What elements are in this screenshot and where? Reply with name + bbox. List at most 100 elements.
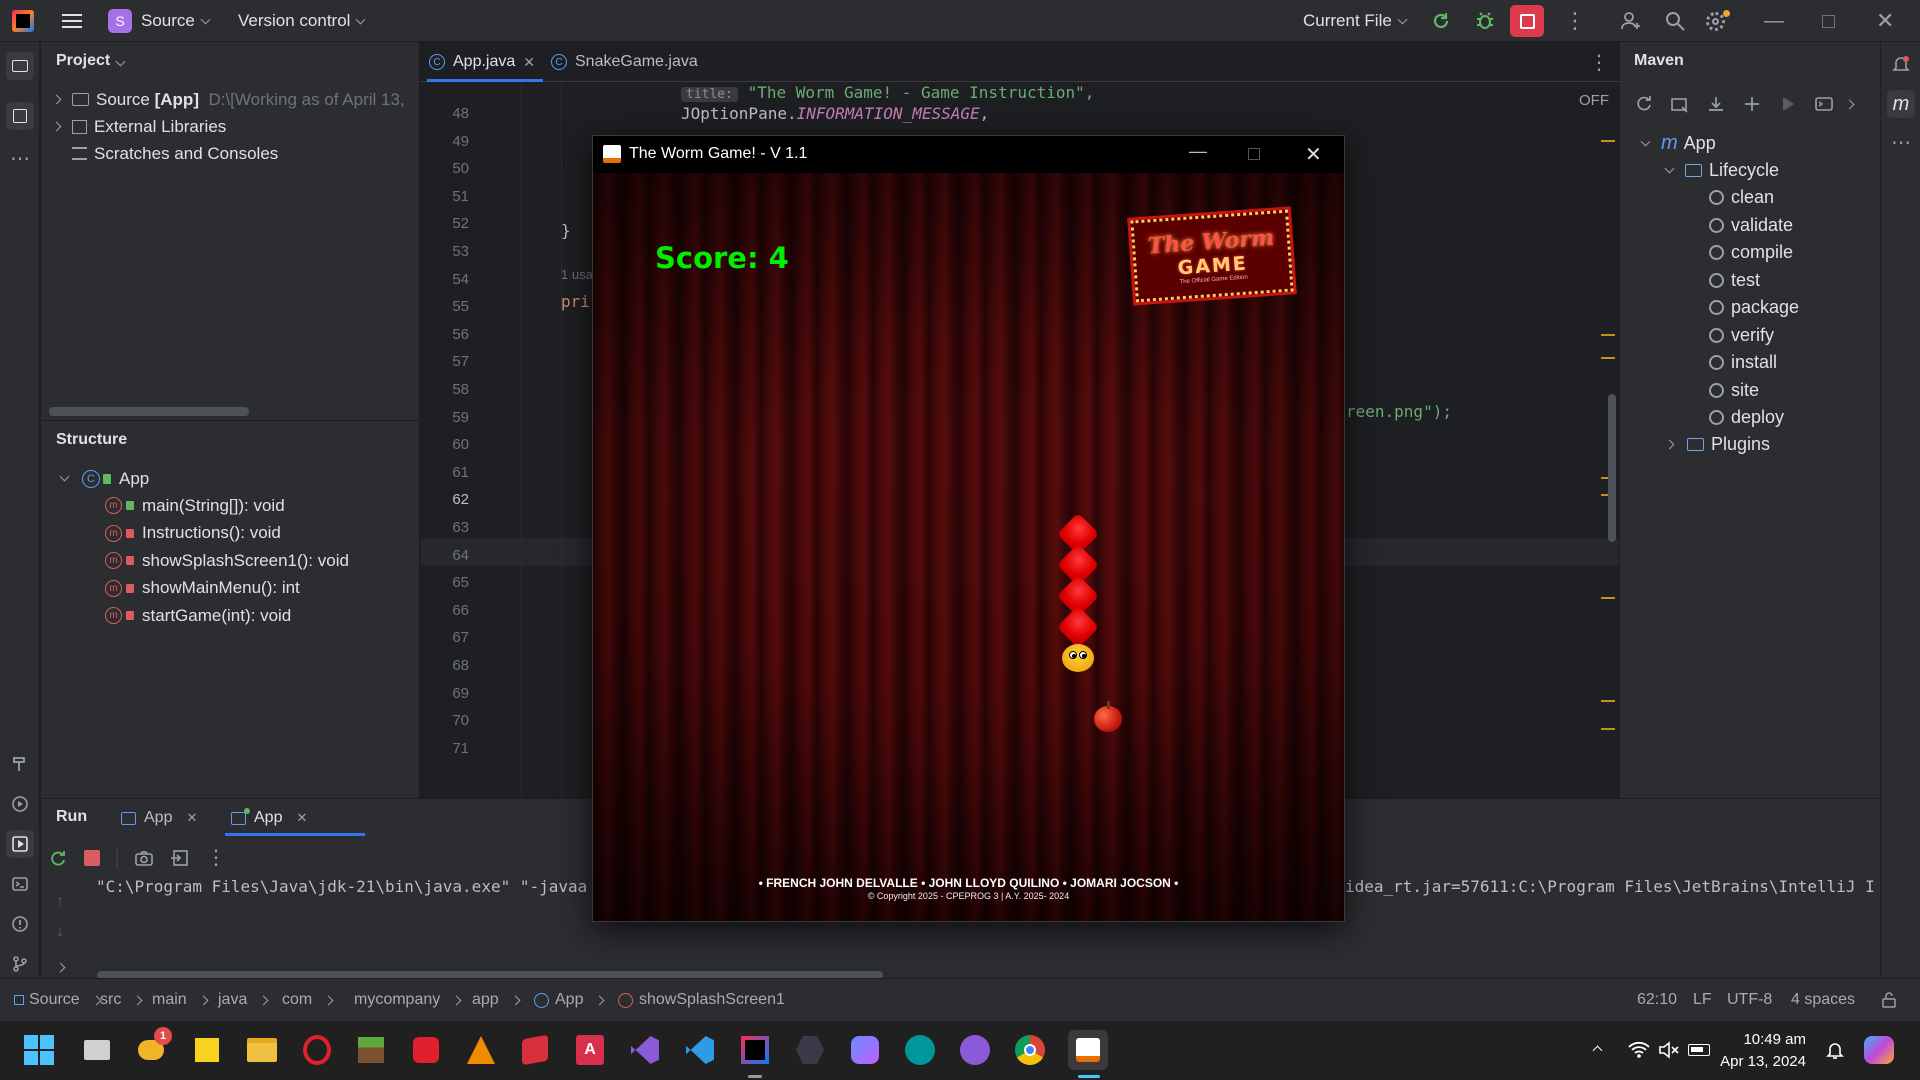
generate-sources-icon[interactable] (1670, 94, 1690, 114)
restore-window-icon[interactable] (1822, 0, 1835, 42)
warning-mark[interactable] (1601, 728, 1615, 730)
breadcrumb-item[interactable]: com (282, 979, 334, 1021)
lifecycle-goal-package[interactable]: package (1709, 294, 1799, 321)
chevron-right-icon[interactable] (1844, 99, 1855, 109)
console-output-left[interactable]: "C:\Program Files\Java\jdk-21\bin\java.e… (96, 877, 587, 896)
version-control-menu[interactable]: Version control (238, 0, 366, 42)
breadcrumb-item[interactable]: App (534, 979, 605, 1021)
maven-root-node[interactable]: m App (1640, 130, 1716, 157)
breadcrumb-item[interactable]: main (152, 979, 209, 1021)
console-output-right[interactable]: idea_rt.jar=57611:C:\Program Files\JetBr… (1345, 877, 1875, 896)
run-config-selector[interactable]: Current File (1303, 0, 1408, 42)
visual-studio-icon[interactable] (628, 1033, 662, 1067)
run-tab-app-1[interactable]: App ✕ (121, 804, 197, 832)
execute-goal-icon[interactable] (1814, 94, 1834, 114)
structure-member[interactable]: m showMainMenu(): int (105, 575, 300, 602)
lock-icon[interactable] (1880, 979, 1898, 1021)
code-with-me-icon[interactable] (1620, 0, 1642, 42)
horizontal-scrollbar[interactable] (49, 407, 249, 416)
git-branch-icon[interactable] (8, 952, 32, 976)
minecraft-icon[interactable] (354, 1033, 388, 1067)
stop-icon[interactable] (84, 849, 100, 866)
lifecycle-goal-deploy[interactable]: deploy (1709, 404, 1784, 431)
intellij-taskbar-icon[interactable] (738, 1033, 772, 1067)
java-app-icon[interactable] (1068, 1030, 1108, 1070)
line-number[interactable]: 51 (421, 188, 469, 205)
line-number[interactable]: 50 (421, 160, 469, 177)
line-number[interactable]: 63 (421, 519, 469, 536)
close-tab-icon[interactable]: ✕ (523, 54, 535, 71)
line-number[interactable]: 59 (421, 409, 469, 426)
terminal-icon[interactable] (8, 872, 32, 896)
close-window-icon[interactable]: ✕ (1876, 0, 1894, 42)
search-icon[interactable] (1664, 0, 1686, 42)
project-switcher[interactable]: S Source (108, 0, 211, 42)
breadcrumb-item[interactable]: Source (14, 979, 102, 1021)
breadcrumb-item[interactable]: app (472, 979, 521, 1021)
more-tools-icon[interactable]: ⋯ (1889, 130, 1913, 154)
structure-member[interactable]: m Instructions(): void (105, 520, 281, 547)
wifi-icon[interactable] (1622, 1033, 1656, 1067)
line-number[interactable]: 58 (421, 381, 469, 398)
code-line-51[interactable]: } (561, 221, 571, 240)
file-explorer-icon[interactable] (245, 1033, 279, 1067)
problems-icon[interactable] (8, 912, 32, 936)
tab-options-icon[interactable]: ⋮ (1589, 42, 1609, 82)
lifecycle-goal-install[interactable]: install (1709, 349, 1777, 376)
scroll-up-icon[interactable]: ↑ (56, 893, 64, 911)
media-player-icon[interactable] (848, 1033, 882, 1067)
arduino-icon[interactable] (903, 1033, 937, 1067)
class-node[interactable]: C App (59, 465, 149, 492)
code-line-58[interactable]: reen.png"); (1346, 402, 1452, 421)
warning-mark[interactable] (1601, 140, 1615, 142)
weather-widget-icon[interactable]: 1 (134, 1027, 172, 1067)
project-root-node[interactable]: Source [App] D:\[Working as of April 13, (49, 86, 405, 113)
line-number[interactable]: 60 (421, 436, 469, 453)
code-line-48[interactable]: JOptionPane.INFORMATION_MESSAGE, (681, 100, 989, 128)
file-encoding[interactable]: UTF-8 (1727, 979, 1772, 1021)
vscode-icon[interactable] (683, 1033, 717, 1067)
line-number[interactable]: 57 (421, 353, 469, 370)
lifecycle-goal-validate[interactable]: validate (1709, 212, 1793, 239)
intellij-logo-icon[interactable] (12, 0, 34, 42)
tab-snakegame-java[interactable]: C SnakeGame.java (551, 42, 698, 82)
vlc-icon[interactable] (464, 1033, 498, 1067)
line-number[interactable]: 56 (421, 326, 469, 343)
line-separator[interactable]: LF (1693, 979, 1712, 1021)
breadcrumb-item[interactable]: src (100, 979, 143, 1021)
line-number[interactable]: 69 (421, 685, 469, 702)
lifecycle-goal-compile[interactable]: compile (1709, 239, 1793, 266)
stop-button[interactable] (1510, 0, 1544, 42)
close-tab-icon[interactable]: ✕ (296, 810, 307, 826)
windows-start-icon[interactable] (22, 1033, 56, 1067)
task-view-icon[interactable] (80, 1033, 114, 1067)
line-number[interactable]: 61 (421, 464, 469, 481)
project-tool-icon[interactable] (6, 52, 34, 80)
debug-icon[interactable] (1474, 0, 1496, 42)
run-tool-icon[interactable] (6, 830, 34, 858)
external-libraries-node[interactable]: External Libraries (49, 113, 226, 140)
nox-player-icon[interactable] (793, 1033, 827, 1067)
clock-date[interactable]: Apr 13, 2024 (1716, 1053, 1806, 1070)
battery-icon[interactable] (1682, 1033, 1716, 1067)
off-toggle[interactable]: OFF (1579, 92, 1609, 109)
clock-time[interactable]: 10:49 am (1716, 1031, 1806, 1048)
line-number[interactable]: 67 (421, 629, 469, 646)
scratches-node[interactable]: Scratches and Consoles (72, 140, 278, 167)
more-actions-icon[interactable]: ⋮ (206, 845, 226, 870)
caret-position[interactable]: 62:10 (1637, 979, 1677, 1021)
more-actions-icon[interactable]: ⋮ (1564, 0, 1586, 42)
minimize-window-icon[interactable]: — (1189, 141, 1207, 162)
breadcrumb-item[interactable]: showSplashScreen1 (618, 979, 785, 1021)
line-number[interactable]: 52 (421, 215, 469, 232)
close-window-icon[interactable]: ✕ (1305, 142, 1322, 167)
game-board[interactable]: Score: 4 The Worm GAME The Official Game… (593, 173, 1344, 921)
line-number[interactable]: 64 (421, 547, 469, 564)
structure-tool-icon[interactable] (6, 102, 34, 130)
structure-member[interactable]: m showSplashScreen1(): void (105, 547, 349, 574)
rerun-icon[interactable] (1430, 0, 1452, 42)
main-menu-icon[interactable] (62, 0, 82, 42)
rerun-icon[interactable] (48, 848, 68, 868)
run-tab-app-2[interactable]: App ✕ (231, 804, 307, 832)
structure-member[interactable]: m startGame(int): void (105, 602, 291, 629)
